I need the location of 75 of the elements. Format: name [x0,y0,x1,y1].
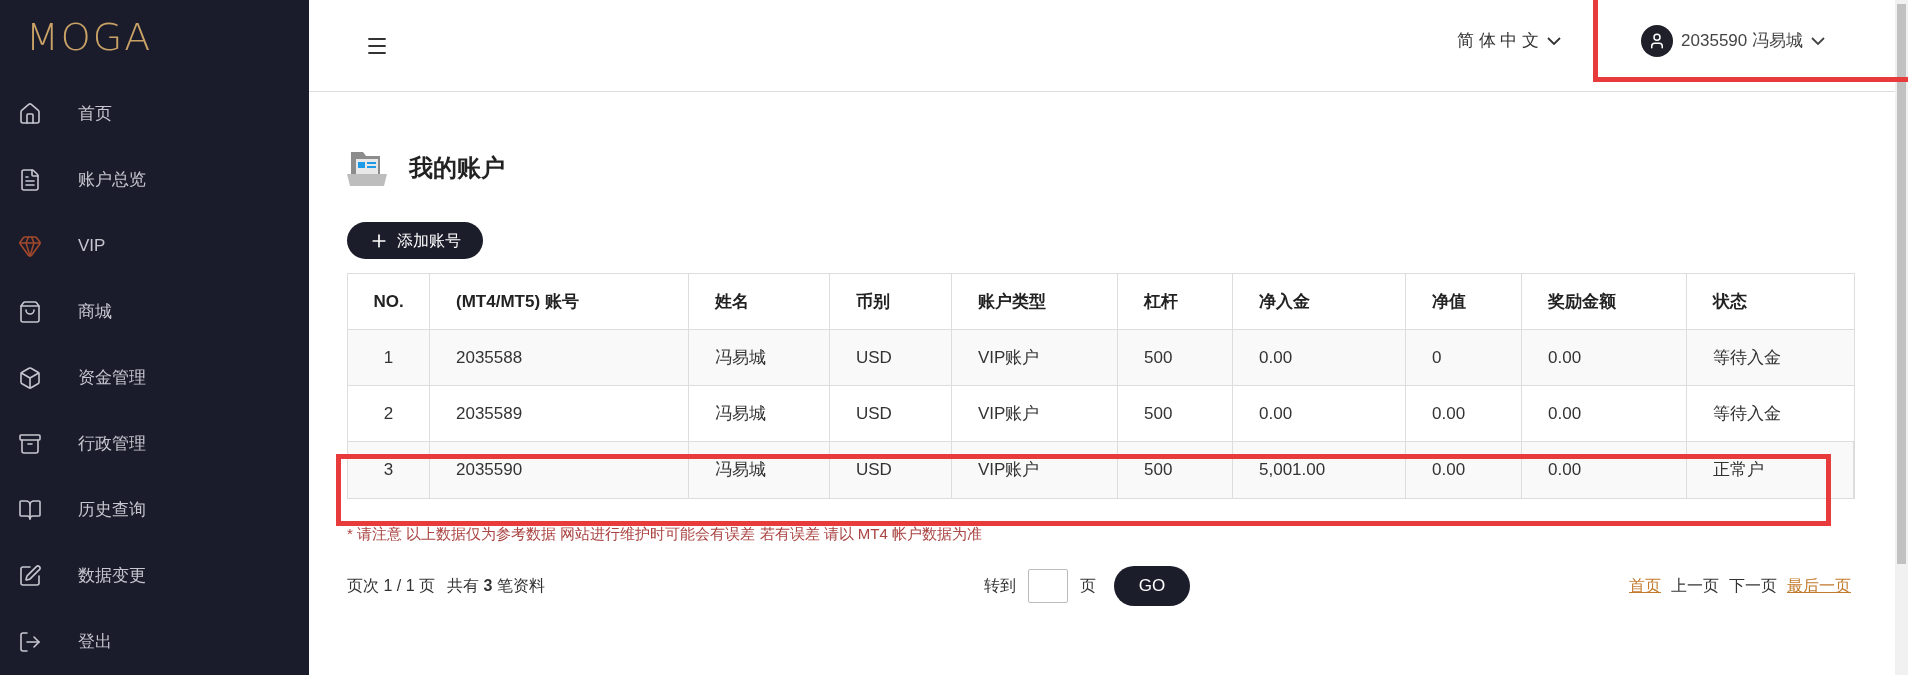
table-cell: 正常户 [1687,442,1854,498]
table-cell: USD [830,442,952,498]
column-header: 币别 [830,274,952,329]
table-cell: 0.00 [1522,442,1687,498]
logout-icon [18,630,42,654]
bag-icon [18,300,42,324]
sidebar-item[interactable]: 商城 [0,279,309,345]
table-cell: 0.00 [1233,386,1406,441]
user-menu[interactable]: 2035590 冯易城 [1641,24,1825,57]
page-title: 我的账户 [409,153,505,183]
sidebar-item[interactable]: 历史查询 [0,477,309,543]
sidebar-item[interactable]: VIP [0,213,309,279]
sidebar-item[interactable]: 登出 [0,609,309,675]
table-cell: 500 [1118,442,1233,498]
edit-icon [18,564,42,588]
table-cell: 3 [348,442,430,498]
sidebar-item[interactable]: 资金管理 [0,345,309,411]
table-cell: 0.00 [1406,442,1522,498]
home-icon [18,102,42,126]
table-cell: VIP账户 [952,386,1118,441]
book-icon [18,498,42,522]
pagination-link[interactable]: 最后一页 [1787,573,1851,598]
table-cell: 500 [1118,330,1233,385]
column-header: 账户类型 [952,274,1118,329]
table-cell: 2035590 [430,442,689,498]
language-selector[interactable]: 简 体 中 文 [1456,27,1562,54]
chevron-down-icon [1547,36,1562,45]
table-cell: 5,001.00 [1233,442,1406,498]
table-cell: 500 [1118,386,1233,441]
table-cell: 2035589 [430,386,689,441]
table-cell: 2 [348,386,430,441]
table-cell-text: 等待入金 [1712,402,1782,425]
table-cell: 0 [1406,330,1522,385]
column-header: 杠杆 [1118,274,1233,329]
total-count: 共有 3 笔资料 [447,575,545,596]
sidebar-item[interactable]: 账户总览 [0,147,309,213]
table-cell: 0.00 [1522,330,1687,385]
column-header: 净值 [1406,274,1522,329]
table-cell: 1 [348,330,430,385]
sidebar-item[interactable]: 行政管理 [0,411,309,477]
cube-icon [18,366,42,390]
notice-text: * 请注意 以上数据仅为参考数据 网站进行维护时可能会有误差 若有误差 请以 MT4 帐户数据为准 [347,524,983,544]
column-header: 奖励金额 [1522,274,1687,329]
column-header: (MT4/MT5) 账号 [430,274,689,329]
logo: MOGA [26,18,153,56]
sidebar-item[interactable]: 数据变更 [0,543,309,609]
document-icon [18,168,42,192]
column-header: 净入金 [1233,274,1406,329]
sidebar-item[interactable]: 首页 [0,81,309,147]
table-cell: 0.00 [1406,386,1522,441]
goto-label: 转到 [983,575,1016,596]
gem-icon [18,234,42,258]
avatar-icon [1641,24,1674,57]
table-cell: 2035588 [430,330,689,385]
column-header: NO. [348,274,430,329]
add-account-button[interactable]: 添加账号 [347,222,483,259]
table-cell: 0.00 [1522,386,1687,441]
page-input[interactable] [1027,568,1068,603]
table-cell: USD [830,330,952,385]
table-cell: VIP账户 [952,330,1118,385]
table-cell-text: 等待入金 [1712,346,1782,369]
page-unit: 页 [1079,575,1096,596]
table-cell: VIP账户 [952,442,1118,498]
table-cell: 0.00 [1233,330,1406,385]
column-header: 状态 [1711,290,1748,313]
go-button[interactable]: GO [1113,565,1190,606]
archive-icon [18,432,42,456]
column-header: 姓名 [689,274,830,329]
table-cell: 冯易城 [689,442,830,498]
table-cell: USD [830,386,952,441]
page-info: 页次 1 / 1 页 [347,575,436,596]
table-cell: 冯易城 [689,386,830,441]
pagination-link[interactable]: 首页 [1629,573,1661,598]
table-cell: 冯易城 [689,330,830,385]
chevron-down-icon [1811,36,1825,45]
